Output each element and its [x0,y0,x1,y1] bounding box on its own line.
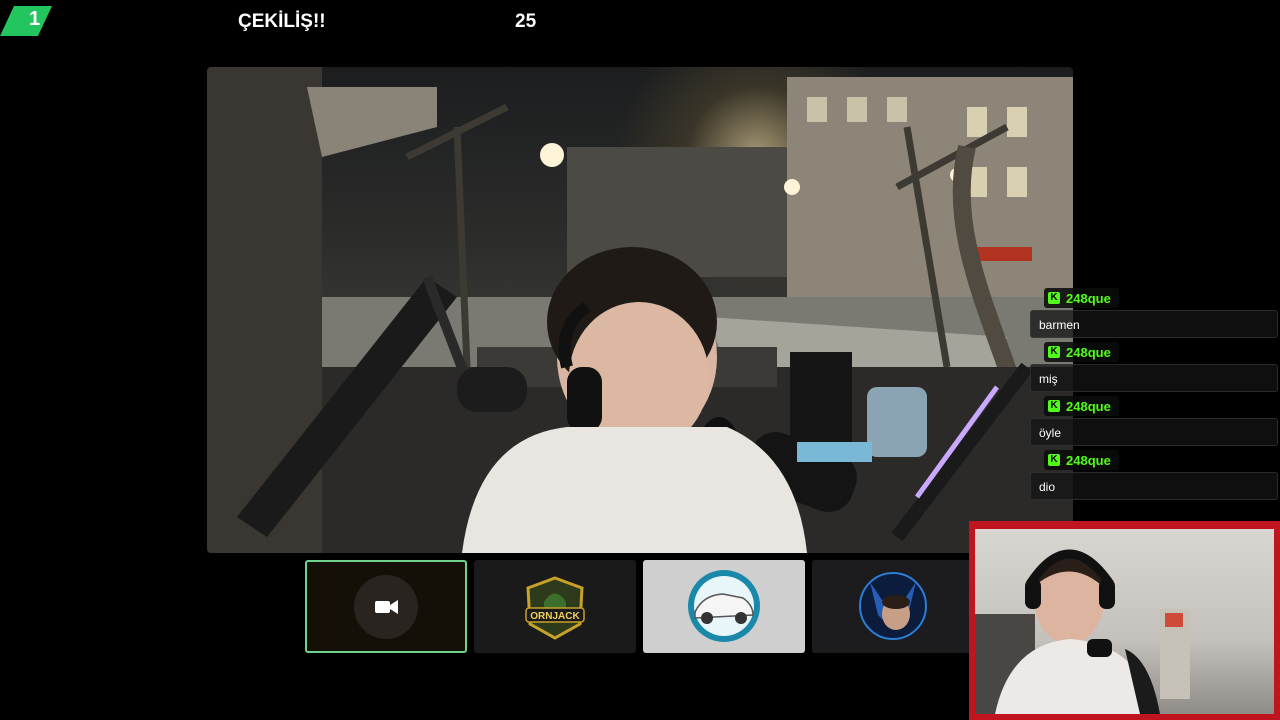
participant-tile-wolf[interactable] [812,560,974,653]
car-icon [688,570,760,642]
participant-count: 25 [515,11,537,32]
wolf-icon [859,572,927,640]
chat-username[interactable]: K 248que [1044,450,1119,470]
chat-text: öyle [1030,418,1278,446]
chat-username[interactable]: K 248que [1044,288,1119,308]
participant-tile-ornjack[interactable]: ORNJACK [474,560,636,653]
chat-text: miş [1030,364,1278,392]
chat-text: dio [1030,472,1278,500]
chat-message: K 248que barmen [1030,288,1280,338]
participant-tile-camera-off[interactable] [305,560,467,653]
main-video-stream[interactable] [207,67,1073,553]
chat-username-text: 248que [1066,398,1111,414]
chat-message: K 248que öyle [1030,396,1280,446]
svg-text:ORNJACK: ORNJACK [530,611,580,622]
chat-text: barmen [1030,310,1278,338]
chat-username-text: 248que [1066,452,1111,468]
kick-badge-icon: K [1048,292,1060,304]
badge-parallelogram [0,6,52,36]
chat-username-text: 248que [1066,290,1111,306]
chat-username-text: 248que [1066,344,1111,360]
participant-tile-car[interactable] [643,560,805,653]
street-scene-image [207,67,1073,553]
camera-off-avatar [354,575,418,639]
chat-username[interactable]: K 248que [1044,342,1119,362]
kick-badge-icon: K [1048,454,1060,466]
kick-badge-icon: K [1048,346,1060,358]
badge-number: 1 [29,8,41,30]
chat-message: K 248que miş [1030,342,1280,392]
chat-username[interactable]: K 248que [1044,396,1119,416]
chat-message: K 248que dio [1030,450,1280,500]
page-title: ÇEKİLİŞ!! [238,11,326,32]
kick-badge-icon: K [1048,400,1060,412]
webcam-feed-image [975,549,1190,714]
ornjack-logo: ORNJACK [525,576,585,640]
webcam-overlay[interactable] [969,521,1280,720]
